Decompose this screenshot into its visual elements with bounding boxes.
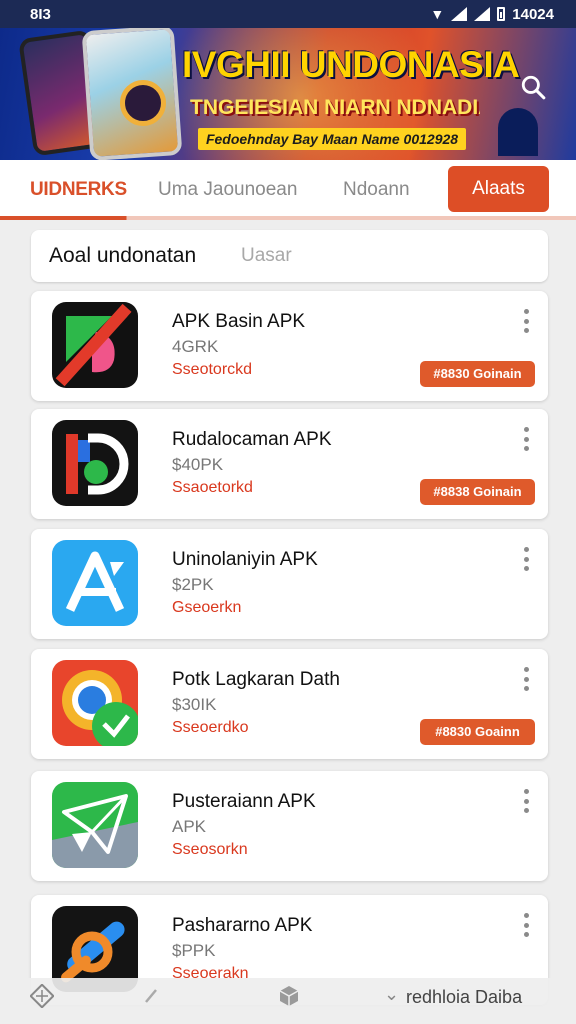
- app-name: Pusteraiann APK: [172, 791, 316, 812]
- app-size: 4GRK: [172, 337, 219, 356]
- search-box[interactable]: Aoal undonatan: [31, 230, 548, 282]
- paper-plane-app-icon: [52, 782, 138, 868]
- more-options-icon[interactable]: [518, 425, 534, 453]
- banner-date-strip: Fedoehnday Bay Maan Name 0012928: [198, 128, 466, 150]
- app-card[interactable]: Potk Lagkaran Dath $30IK Sseoerdko #8830…: [31, 649, 548, 759]
- app-size: APK: [172, 817, 207, 836]
- tab-2[interactable]: Uma Jaounoean: [158, 160, 297, 220]
- app-status: Gseoerkn: [172, 599, 242, 616]
- status-icons: ▼ 14024: [430, 6, 554, 23]
- grid-icon[interactable]: [30, 984, 54, 1008]
- promo-banner[interactable]: IVGHII UNDONASIA TNGEIESIAN NIARN NDNADI…: [0, 28, 576, 160]
- app-name: APK Basin APK: [172, 311, 306, 332]
- app-card[interactable]: Pusteraiann APK APK Sseosorkn: [31, 771, 548, 881]
- brush-app-icon: [52, 302, 138, 388]
- app-card[interactable]: Rudalocaman APK $40PK Ssaoetorkd #8838 G…: [31, 409, 548, 519]
- app-name: Uninolaniyin APK: [172, 549, 318, 570]
- app-name: Rudalocaman APK: [172, 429, 332, 450]
- status-time-right: 14024: [512, 5, 554, 23]
- letter-a-app-icon: [52, 540, 138, 626]
- status-time-left: 8I3: [30, 5, 51, 23]
- app-status: Ssaoetorkd: [172, 479, 253, 496]
- app-status: Sseoerdko: [172, 719, 249, 736]
- letter-d-app-icon: [52, 420, 138, 506]
- more-options-icon[interactable]: [518, 911, 534, 939]
- more-options-icon[interactable]: [518, 787, 534, 815]
- banner-subtitle: TNGEIESIAN NIARN NDNADIA: [190, 96, 480, 119]
- more-options-icon[interactable]: [518, 545, 534, 573]
- banner-title: IVGHII UNDONASIA: [182, 44, 520, 85]
- app-size: $PPK: [172, 941, 216, 960]
- mosque-silhouette: [498, 108, 538, 156]
- wifi-icon: ▼: [430, 6, 445, 22]
- download-button[interactable]: #8830 Goainn: [420, 719, 535, 745]
- app-size: $30IK: [172, 695, 217, 714]
- app-size: $2PK: [172, 575, 214, 594]
- signal-icon-2: [474, 7, 491, 21]
- music-disc-illustration: [120, 80, 166, 126]
- cube-icon[interactable]: [277, 984, 301, 1008]
- search-button[interactable]: [516, 70, 550, 104]
- tab-bar: UIDNERKS Uma Jaounoean Ndoann Alaats: [0, 160, 576, 220]
- app-card[interactable]: APK Basin APK 4GRK Sseotorckd #8830 Goin…: [31, 291, 548, 401]
- tab-1[interactable]: UIDNERKS: [30, 160, 127, 220]
- app-size: $40PK: [172, 455, 224, 474]
- tab-underline: [0, 216, 576, 220]
- status-bar: 8I3 ▼ 14024: [0, 0, 576, 28]
- chrome-android-app-icon: [52, 660, 138, 746]
- app-status: Sseosorkn: [172, 841, 248, 858]
- more-options-icon[interactable]: [518, 665, 534, 693]
- pencil-icon[interactable]: [142, 986, 162, 1006]
- signal-icon: [451, 7, 468, 21]
- app-status: Sseotorckd: [172, 361, 253, 378]
- search-label: Aoal undonatan: [49, 244, 197, 267]
- download-button[interactable]: #8838 Goinain: [420, 479, 535, 505]
- search-input[interactable]: [241, 240, 531, 272]
- app-name: Pashararno APK: [172, 915, 313, 936]
- tab-4-button[interactable]: Alaats: [448, 166, 549, 212]
- app-name: Potk Lagkaran Dath: [172, 669, 340, 690]
- chevron-down-icon[interactable]: ⌄: [384, 984, 399, 1005]
- more-options-icon[interactable]: [518, 307, 534, 335]
- app-card[interactable]: Uninolaniyin APK $2PK Gseoerkn: [31, 529, 548, 639]
- bottom-nav-label[interactable]: redhloia Daiba: [406, 987, 522, 1008]
- battery-icon: [497, 7, 506, 21]
- tab-3[interactable]: Ndoann: [343, 160, 410, 220]
- search-icon: [521, 75, 546, 100]
- download-button[interactable]: #8830 Goinain: [420, 361, 535, 387]
- bottom-nav-bar: ⌄ redhloia Daiba: [12, 978, 564, 1018]
